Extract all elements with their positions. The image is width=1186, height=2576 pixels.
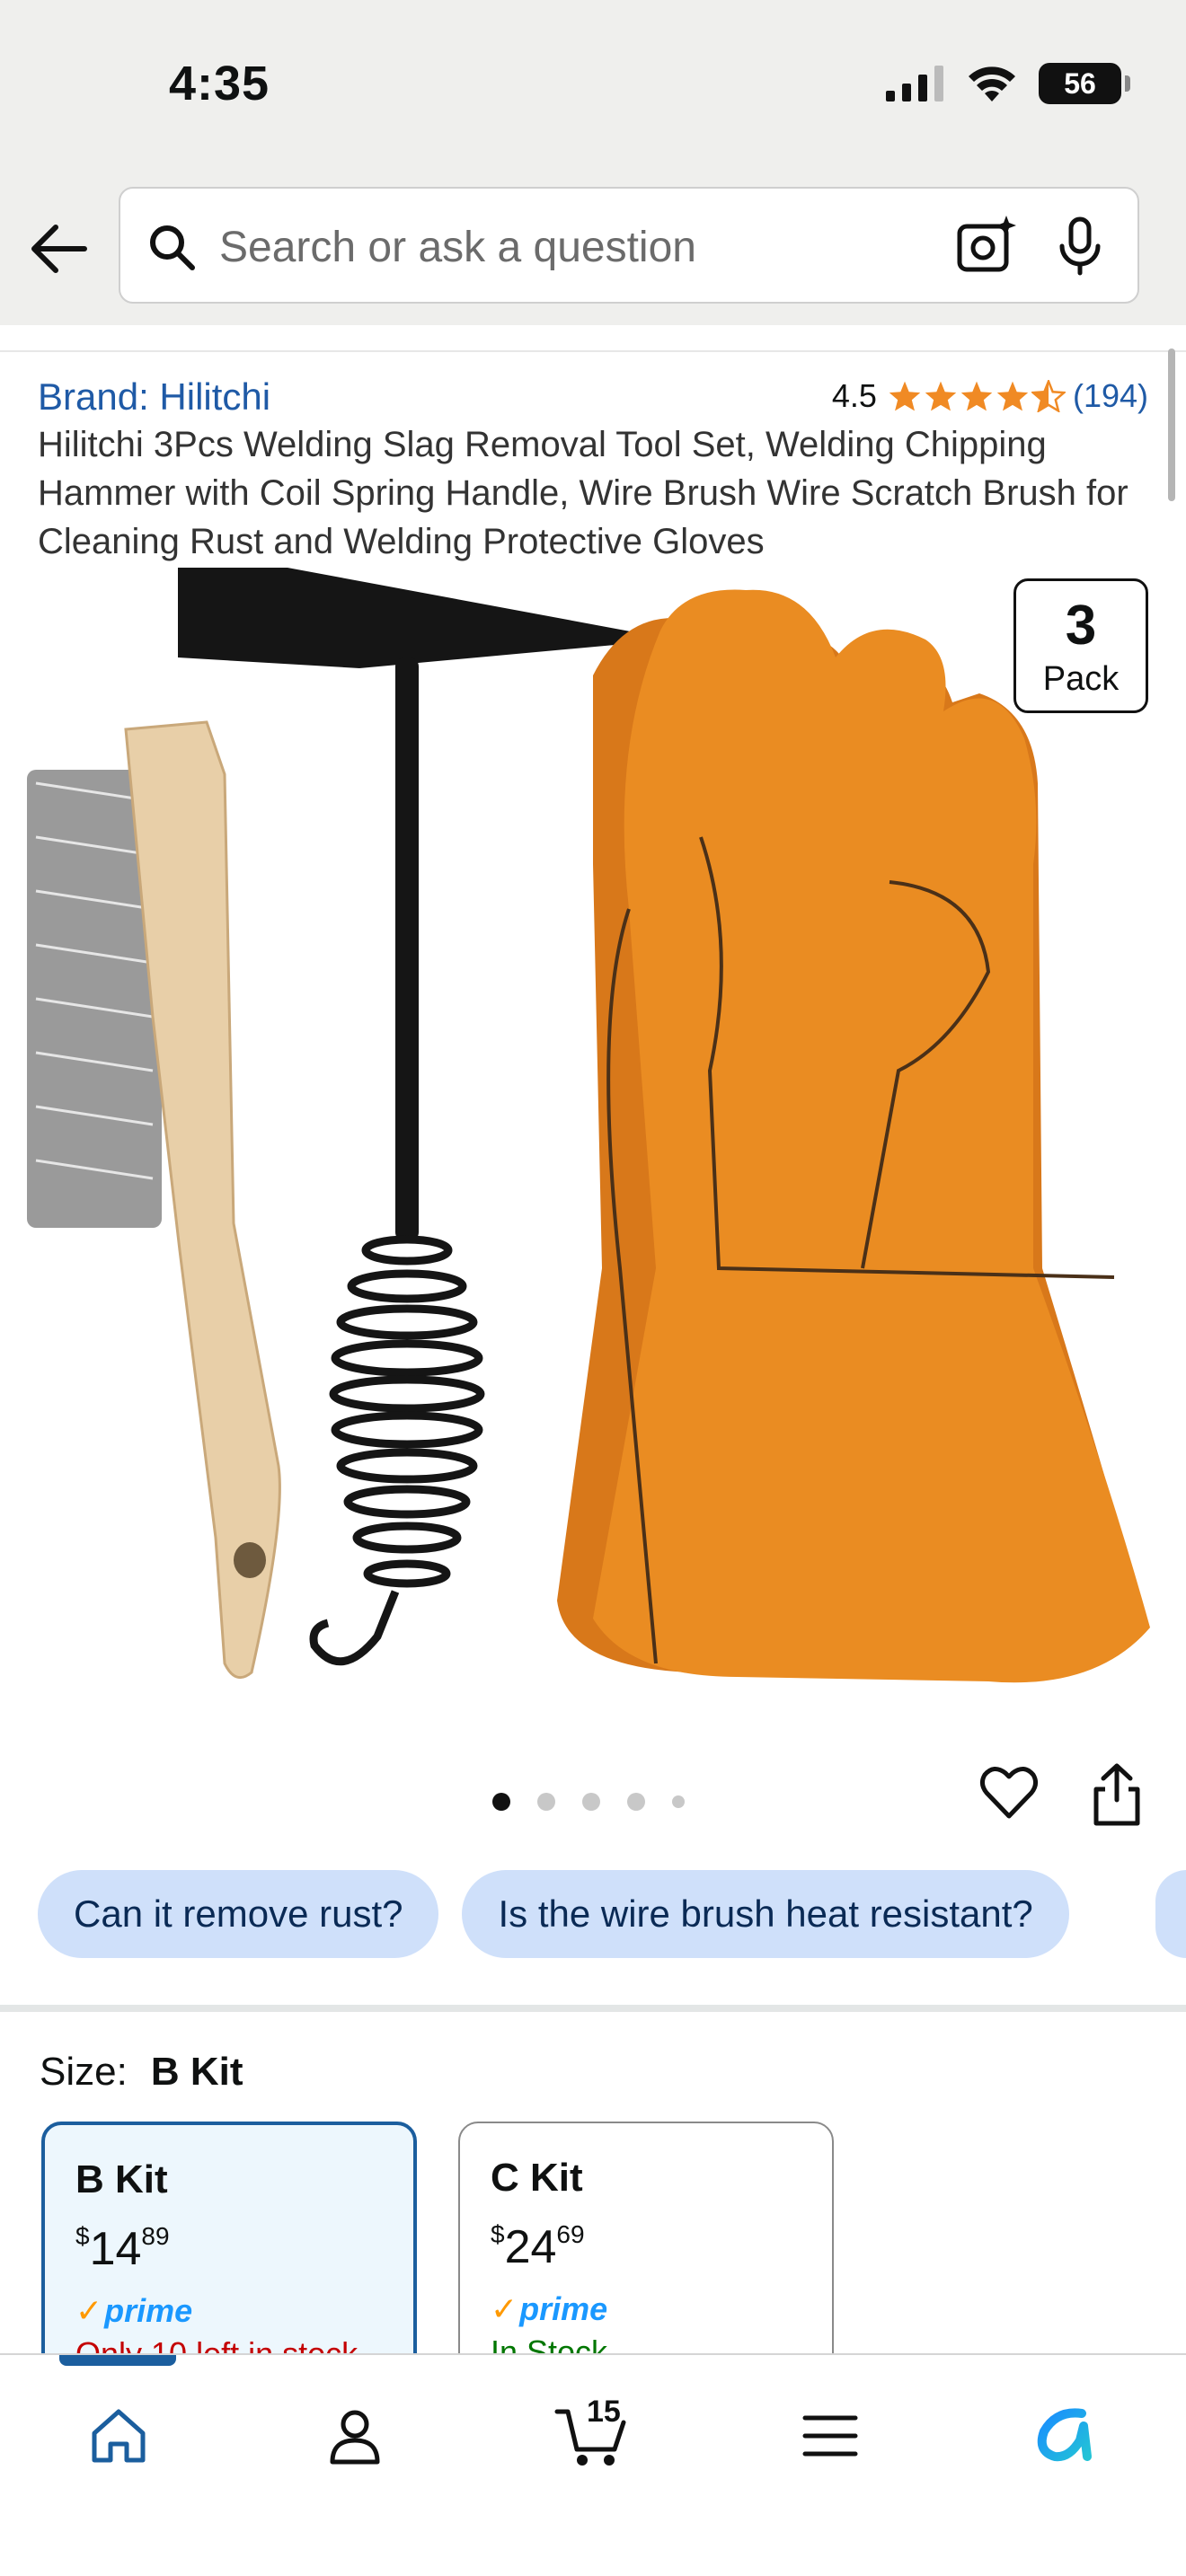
microphone-icon[interactable] [1048,214,1112,278]
nav-account[interactable] [310,2391,400,2481]
size-selector-label: Size: B Kit [40,2050,243,2095]
size-option-price: $1489 [75,2222,383,2276]
prime-badge: ✓prime [491,2290,801,2328]
menu-icon [802,2415,858,2457]
nav-rufus[interactable] [1021,2391,1111,2481]
status-icons: 56 [886,63,1130,104]
status-time: 4:35 [169,57,270,110]
star-full-icon [925,381,957,411]
battery-level: 56 [1064,66,1096,100]
rating-value: 4.5 [831,377,877,414]
status-bar: 4:35 56 [0,0,1186,171]
wire-brush-illustration [27,720,281,1680]
price-cents: 89 [141,2222,170,2250]
size-option-name: B Kit [75,2157,168,2201]
price-whole: 24 [504,2221,557,2273]
wifi-icon [969,66,1015,101]
size-selected-value: B Kit [150,2050,243,2094]
pack-badge: 3 Pack [1013,578,1148,713]
star-rating [888,380,1066,412]
star-full-icon [960,381,993,411]
section-divider [0,2005,1186,2012]
share-icon[interactable] [1085,1760,1148,1827]
star-full-icon [996,381,1029,411]
brand-rating-row: Brand: Hilitchi 4.5 (194) [38,372,1148,426]
price-whole: 14 [89,2223,142,2275]
image-pagination-dots[interactable] [492,1793,685,1811]
size-label-text: Size: [40,2050,128,2094]
nav-home[interactable] [74,2391,164,2481]
size-option-c-kit[interactable]: C Kit $2469 ✓prime In Stock [458,2122,834,2353]
search-bar[interactable] [119,187,1139,304]
pagination-dot[interactable] [582,1793,600,1811]
nav-active-indicator [59,2355,176,2366]
product-title: Hilitchi 3Pcs Welding Slag Removal Tool … [38,425,1128,561]
prime-check-icon: ✓ [491,2290,518,2327]
nav-cart[interactable]: 15 [546,2391,636,2481]
question-chip[interactable]: Can it remove rust? [38,1870,439,1958]
suggested-questions: Can it remove rust? Is the wire brush he… [38,1870,1069,1960]
cellular-signal-icon [886,66,943,101]
pagination-dot[interactable] [627,1793,645,1811]
size-option-name: C Kit [491,2156,583,2200]
product-image[interactable] [0,568,1186,1690]
brand-link[interactable]: Brand: Hilitchi [38,375,270,419]
size-option-b-kit[interactable]: B Kit $1489 ✓prime Only 10 left in stock [41,2122,417,2353]
search-icon [150,225,195,270]
review-count: (194) [1072,377,1148,414]
price-cents: 69 [556,2220,585,2248]
star-half-icon [1031,380,1066,412]
rating-summary[interactable]: 4.5 (194) [832,377,1148,415]
previous-item-edge [0,325,1186,352]
welding-gloves-illustration [557,589,1150,1683]
star-full-icon [889,381,921,411]
user-icon [330,2410,380,2465]
price-currency: $ [491,2220,505,2248]
pack-badge-text: Pack [1042,660,1120,698]
search-input[interactable] [219,216,956,278]
pagination-dot[interactable] [537,1793,555,1811]
pagination-dot-active[interactable] [492,1793,510,1811]
prime-label: prime [104,2292,193,2329]
pack-badge-number: 3 [1065,595,1097,657]
back-button[interactable] [23,214,93,284]
camera-search-icon[interactable] [954,214,1019,278]
price-currency: $ [75,2222,90,2250]
prime-check-icon: ✓ [75,2292,103,2329]
stock-status: Only 10 left in stock [75,2335,383,2353]
product-page: Brand: Hilitchi 4.5 (194) Hilitchi 3Pcs … [0,325,1186,2353]
nav-menu[interactable] [785,2391,875,2481]
question-chip[interactable]: Is the wire brush heat resistant? [462,1870,1069,1958]
search-header [0,171,1186,325]
pagination-dot[interactable] [672,1795,685,1808]
stock-status: In Stock [491,2333,608,2353]
prime-label: prime [519,2290,608,2327]
home-icon [92,2409,146,2463]
rufus-assistant-icon [1037,2408,1092,2462]
prime-badge: ✓prime [75,2292,383,2330]
scrollbar[interactable] [1168,348,1175,501]
back-arrow-icon [31,225,87,273]
bottom-navigation: 15 [0,2353,1186,2576]
battery-icon: 56 [1039,63,1130,104]
heart-icon[interactable] [978,1762,1040,1825]
cart-count: 15 [587,2395,621,2429]
size-option-price: $2469 [491,2220,801,2274]
